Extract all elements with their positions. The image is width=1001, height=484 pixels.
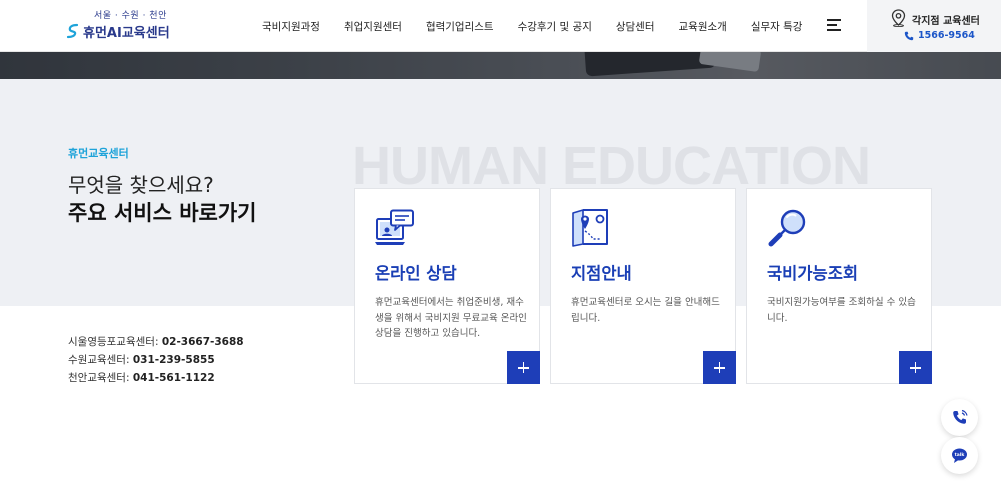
map-pin-icon — [572, 209, 608, 247]
section-heading-line1: 무엇을 찾으세요? — [68, 173, 214, 197]
section-heading-line2: 주요 서비스 바로가기 — [68, 201, 257, 225]
contact-label: 천안교육센터: — [68, 372, 130, 384]
card-title: 국비가능조회 — [767, 264, 859, 283]
contact-row: 수원교육센터: 031-239-5855 — [68, 351, 244, 369]
nav-item-partner-list[interactable]: 협력기업리스트 — [426, 19, 494, 34]
branch-phone[interactable]: 1566-9564 — [918, 30, 975, 41]
nav-item-reviews-notice[interactable]: 수강후기 및 공지 — [518, 19, 592, 34]
card-title: 지점안내 — [571, 264, 632, 283]
card-description: 휴먼교육센터에서는 취업준비생, 재수생을 위해서 국비지원 무료교육 온라인 … — [375, 297, 527, 339]
hero-image — [0, 52, 1001, 79]
service-card-eligibility-check[interactable]: 국비가능조회 국비지원가능여부를 조회하실 수 있습니다. — [746, 188, 932, 384]
logo-mark-icon — [66, 23, 79, 39]
card-description: 휴먼교육센터로 오시는 길을 안내해드립니다. — [571, 297, 720, 324]
online-consult-icon — [375, 209, 414, 245]
site-header: 서울 · 수원 · 천안 휴먼AI교육센터 국비지원과정 취업지원센터 협력기업… — [0, 0, 1001, 52]
logo-cities: 서울 · 수원 · 천안 — [94, 11, 167, 21]
contact-label: 수원교육센터: — [68, 354, 130, 366]
section-eyebrow: 휴먼교육센터 — [68, 147, 129, 160]
main-nav: 국비지원과정 취업지원센터 협력기업리스트 수강후기 및 공지 상담센터 교육원… — [262, 0, 816, 52]
floating-call-button[interactable] — [941, 399, 978, 436]
menu-icon[interactable] — [827, 19, 841, 31]
contact-row: 시울영등포교육센터: 02-3667-3688 — [68, 333, 244, 351]
more-button[interactable] — [703, 351, 736, 384]
location-pin-icon — [891, 9, 906, 27]
logo-text: 휴먼AI교육센터 — [83, 26, 170, 41]
magnifier-icon — [768, 209, 806, 247]
phone-icon — [904, 31, 914, 41]
floating-talk-button[interactable]: talk — [941, 437, 978, 474]
contact-number[interactable]: 02-3667-3688 — [162, 336, 244, 348]
nav-item-about[interactable]: 교육원소개 — [679, 19, 727, 34]
more-button[interactable] — [899, 351, 932, 384]
contact-number[interactable]: 031-239-5855 — [133, 354, 215, 366]
nav-item-special-lecture[interactable]: 실무자 특강 — [751, 19, 803, 34]
contact-row: 천안교육센터: 041-561-1122 — [68, 369, 244, 387]
branch-info[interactable]: 각지점 교육센터 1566-9564 — [867, 0, 1001, 52]
more-button[interactable] — [507, 351, 540, 384]
svg-text:talk: talk — [955, 452, 966, 458]
service-card-online-consult[interactable]: 온라인 상담 휴먼교육센터에서는 취업준비생, 재수생을 위해서 국비지원 무료… — [354, 188, 540, 384]
card-title: 온라인 상담 — [375, 264, 457, 283]
phone-icon — [953, 409, 968, 424]
contact-label: 시울영등포교육센터: — [68, 336, 159, 348]
service-card-branch-guide[interactable]: 지점안내 휴먼교육센터로 오시는 길을 안내해드립니다. — [550, 188, 736, 384]
center-contacts: 시울영등포교육센터: 02-3667-3688 수원교육센터: 031-239-… — [68, 333, 244, 387]
branch-title: 각지점 교육센터 — [912, 16, 980, 27]
nav-item-consult-center[interactable]: 상담센터 — [616, 19, 655, 34]
nav-item-job-center[interactable]: 취업지원센터 — [344, 19, 402, 34]
logo[interactable]: 서울 · 수원 · 천안 휴먼AI교육센터 — [66, 8, 186, 44]
contact-number[interactable]: 041-561-1122 — [133, 372, 215, 384]
card-description: 국비지원가능여부를 조회하실 수 있습니다. — [767, 297, 916, 324]
talk-icon: talk — [952, 448, 967, 463]
nav-item-national-course[interactable]: 국비지원과정 — [262, 19, 320, 34]
